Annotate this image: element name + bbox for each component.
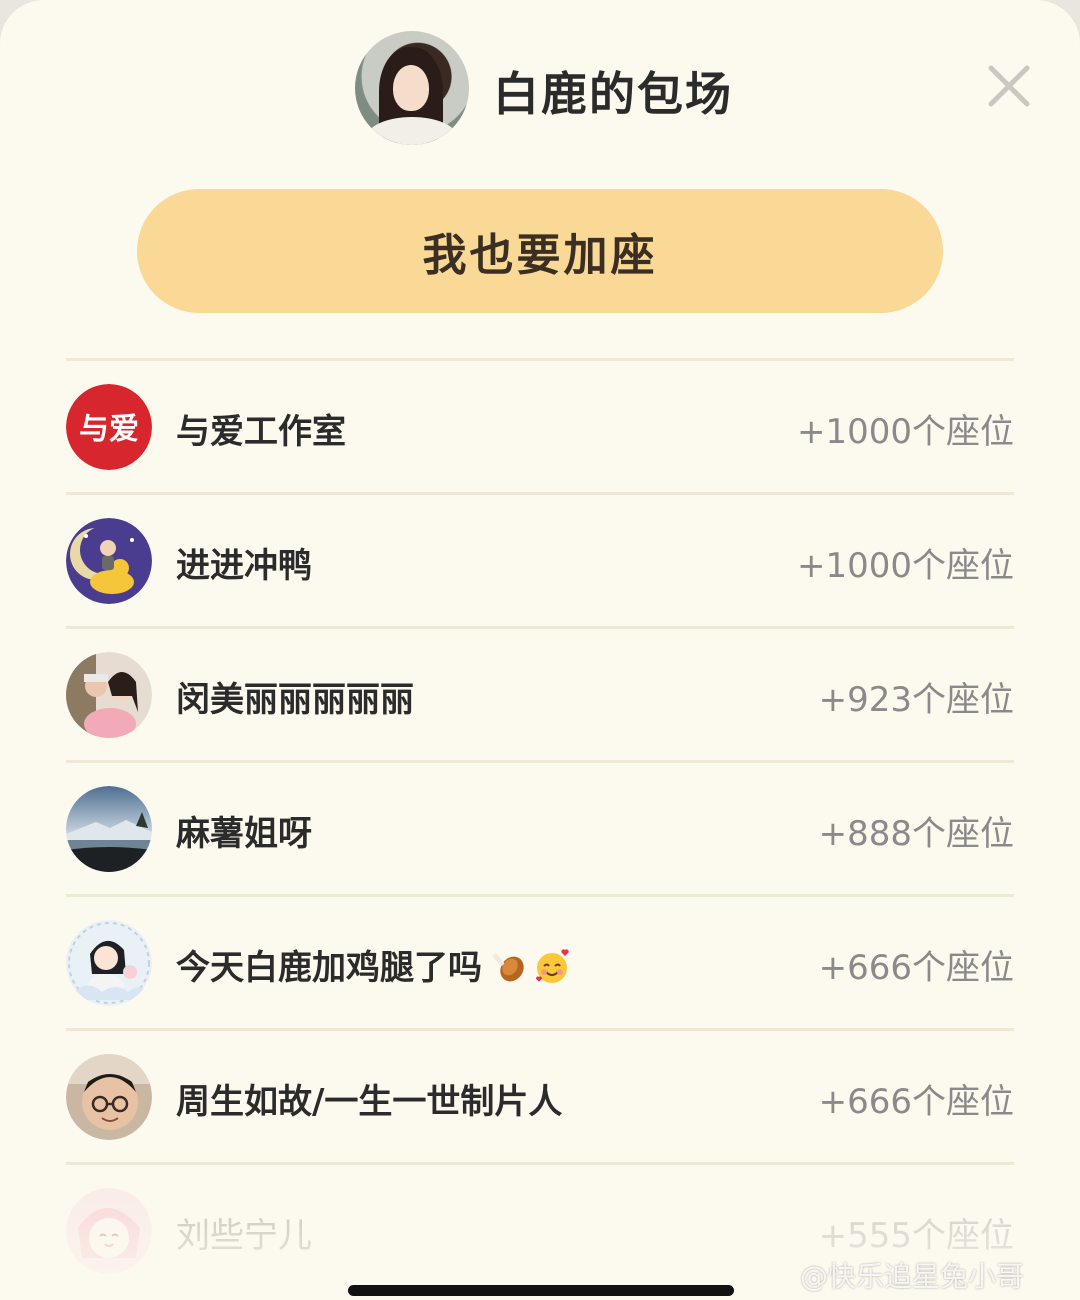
seat-count: +666个座位: [818, 948, 1014, 988]
page-title: 白鹿的包场: [493, 67, 733, 121]
avatar: [66, 920, 152, 1006]
avatar: [66, 786, 152, 872]
bottom-sheet: 白鹿的包场 我也要加座 与爱 与爱工作室 +1000个座位 进进冲鸭 +1000…: [0, 0, 1080, 1300]
supporter-list: 与爱 与爱工作室 +1000个座位 进进冲鸭 +1000个座位 闵美丽丽丽丽丽 …: [66, 358, 1014, 1296]
supporter-name: 与爱工作室: [176, 412, 346, 452]
seat-count: +923个座位: [818, 680, 1014, 720]
host-avatar: [355, 31, 469, 145]
list-item[interactable]: 进进冲鸭 +1000个座位: [66, 492, 1014, 626]
studio-logo-text: 与爱: [79, 412, 139, 447]
seat-count: +666个座位: [818, 1082, 1014, 1122]
seat-count: +555个座位: [818, 1216, 1014, 1256]
supporter-name: 进进冲鸭: [176, 546, 312, 586]
list-item[interactable]: 麻薯姐呀 +888个座位: [66, 760, 1014, 894]
list-item[interactable]: 今天白鹿加鸡腿了吗 +666个座位: [66, 894, 1014, 1028]
add-seat-button[interactable]: 我也要加座: [137, 189, 943, 313]
home-indicator[interactable]: [348, 1285, 734, 1296]
avatar: [66, 518, 152, 604]
avatar: [66, 652, 152, 738]
poultry-leg-icon: [492, 953, 524, 982]
supporter-name: 闵美丽丽丽丽丽: [176, 680, 414, 720]
supporter-name: 刘些宁儿: [176, 1216, 312, 1256]
smiling-hearts-icon: [536, 949, 569, 983]
seat-count: +1000个座位: [796, 546, 1014, 586]
supporter-name: 今天白鹿加鸡腿了吗: [176, 940, 570, 989]
list-item[interactable]: 周生如故/一生一世制片人 +666个座位: [66, 1028, 1014, 1162]
supporter-name: 麻薯姐呀: [176, 814, 312, 854]
list-item[interactable]: 闵美丽丽丽丽丽 +923个座位: [66, 626, 1014, 760]
add-seat-label: 我也要加座: [422, 230, 658, 281]
supporter-name: 周生如故/一生一世制片人: [176, 1082, 563, 1122]
avatar: 与爱: [66, 384, 152, 470]
seat-count: +1000个座位: [796, 412, 1014, 452]
list-item[interactable]: 与爱 与爱工作室 +1000个座位: [66, 358, 1014, 492]
seat-count: +888个座位: [818, 814, 1014, 854]
header: 白鹿的包场: [0, 28, 1080, 148]
avatar: [66, 1188, 152, 1274]
close-button[interactable]: [985, 62, 1033, 110]
close-icon: [988, 65, 1030, 107]
watermark: @快乐追星兔小哥: [800, 1260, 1025, 1293]
avatar: [66, 1054, 152, 1140]
